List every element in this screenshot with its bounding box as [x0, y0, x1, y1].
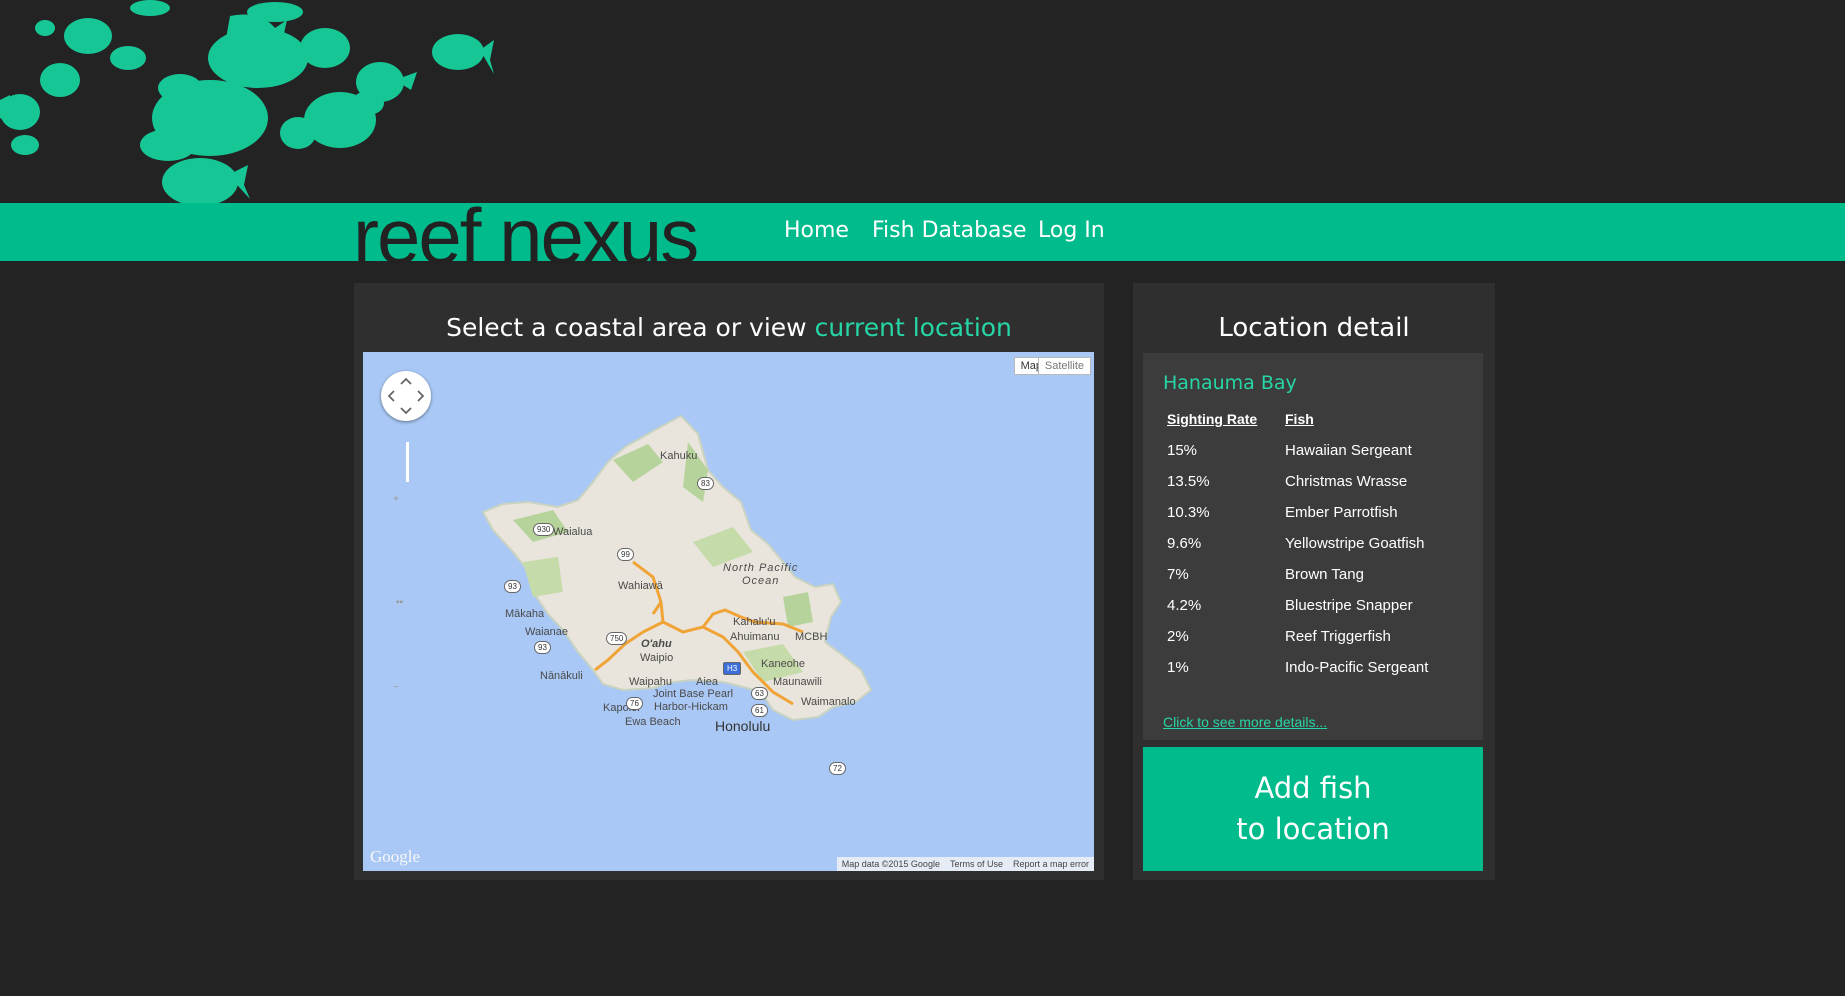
current-location-link[interactable]: current location [815, 313, 1012, 342]
place-label: Ewa Beach [625, 716, 681, 728]
fish-name-cell: Bluestripe Snapper [1285, 597, 1413, 614]
highway-shield: 93 [504, 580, 521, 593]
place-label: Kaneohe [761, 658, 806, 670]
zoom-slider-icon[interactable] [406, 442, 409, 482]
place-label: Maunawili [773, 676, 822, 688]
map-type-satellite-button[interactable]: Satellite [1037, 357, 1091, 375]
sighting-rate-cell: 1% [1167, 659, 1189, 676]
header-fish[interactable]: Fish [1285, 411, 1314, 427]
map-panel: Select a coastal area or view current lo… [354, 283, 1104, 880]
add-fish-label-line2: to location [1236, 812, 1390, 846]
fish-name-cell: Reef Triggerfish [1285, 628, 1391, 645]
fish-school-decoration [0, 0, 494, 205]
place-label: Joint Base Pearl [653, 688, 734, 700]
highway-shield: H3 [723, 662, 742, 675]
sighting-rate-cell: 9.6% [1167, 535, 1202, 552]
nav-home[interactable]: Home [784, 218, 849, 243]
map-title-text: Select a coastal area or view [446, 313, 815, 342]
sighting-rate-cell: 10.3% [1167, 504, 1210, 521]
location-detail-title: Location detail [1218, 313, 1410, 343]
place-label: Kahuku [660, 450, 698, 462]
report-error-link[interactable]: Report a map error [1008, 857, 1094, 871]
fish-name-cell: Hawaiian Sergeant [1285, 442, 1412, 459]
place-label: Honolulu [715, 718, 771, 734]
place-label: Ahuimanu [730, 631, 780, 643]
fish-name-cell: Christmas Wrasse [1285, 473, 1408, 490]
highway-shield: 93 [534, 641, 551, 654]
google-logo: Google [370, 847, 421, 866]
place-label: Wahiawā [618, 580, 663, 592]
site-logo[interactable]: reef nexus [353, 197, 699, 275]
fish-name-cell: Yellowstripe Goatfish [1285, 535, 1425, 552]
sighting-rate-cell: 2% [1167, 628, 1189, 645]
place-label: Nānākuli [540, 670, 583, 682]
island-map-graphic [481, 414, 873, 722]
more-details-link[interactable]: Click to see more details... [1163, 714, 1327, 730]
location-detail-box: Hanauma Bay Sighting Rate Fish 15% Hawai… [1143, 353, 1483, 740]
place-label: Mākaha [505, 608, 545, 620]
add-fish-button[interactable]: Add fish to location [1143, 747, 1483, 871]
island-label: O'ahu [641, 638, 672, 650]
map-panel-title: Select a coastal area or view current lo… [354, 313, 1104, 342]
highway-shield: 99 [617, 548, 634, 561]
terms-of-use-link[interactable]: Terms of Use [945, 857, 1008, 871]
place-label: Harbor-Hickam [654, 701, 728, 713]
place-label: Waimanalo [801, 696, 856, 708]
fish-name-cell: Brown Tang [1285, 566, 1364, 583]
place-label: Kahalu'u [733, 616, 776, 628]
fish-name-cell: Indo-Pacific Sergeant [1285, 659, 1429, 676]
map-data-text: Map data ©2015 Google [841, 859, 940, 869]
place-label: Waialua [553, 526, 593, 538]
sighting-rate-cell: 7% [1167, 566, 1189, 583]
coastal-map[interactable]: Map Satellite + ▪▪ − North Pacific Ocean… [363, 352, 1094, 871]
pan-control-icon[interactable] [381, 371, 431, 421]
pegman-icon[interactable]: ▪▪ [396, 597, 403, 608]
highway-shield: 61 [751, 704, 768, 717]
header-sighting-rate[interactable]: Sighting Rate [1167, 411, 1257, 427]
zoom-in-icon[interactable]: + [393, 494, 399, 505]
map-attribution: Map data ©2015 Google Terms of Use Repor… [836, 857, 1094, 871]
place-label: Waipahu [629, 676, 673, 688]
location-detail-panel: Location detail Hanauma Bay Sighting Rat… [1133, 283, 1495, 880]
sighting-rate-cell: 15% [1167, 442, 1198, 459]
place-label: Waipio [640, 652, 674, 664]
location-name: Hanauma Bay [1163, 372, 1297, 394]
nav-log-in[interactable]: Log In [1038, 218, 1105, 243]
sighting-rate-cell: 4.2% [1167, 597, 1202, 614]
highway-shield: 83 [697, 477, 714, 490]
highway-shield: 750 [606, 632, 628, 645]
highway-shield: 76 [626, 697, 643, 710]
highway-shield: 63 [751, 687, 768, 700]
nav-fish-database[interactable]: Fish Database [872, 218, 1027, 243]
ocean-label: North Pacific Ocean [723, 562, 799, 587]
add-fish-label-line1: Add fish [1254, 771, 1372, 805]
place-label: Aiea [696, 676, 719, 688]
sighting-rate-cell: 13.5% [1167, 473, 1210, 490]
place-label: Waianae [525, 626, 569, 638]
zoom-out-icon[interactable]: − [393, 682, 399, 693]
highway-shield: 72 [829, 762, 846, 775]
highway-shield: 930 [533, 523, 555, 536]
fish-name-cell: Ember Parrotfish [1285, 504, 1398, 521]
place-label: MCBH [795, 631, 828, 643]
